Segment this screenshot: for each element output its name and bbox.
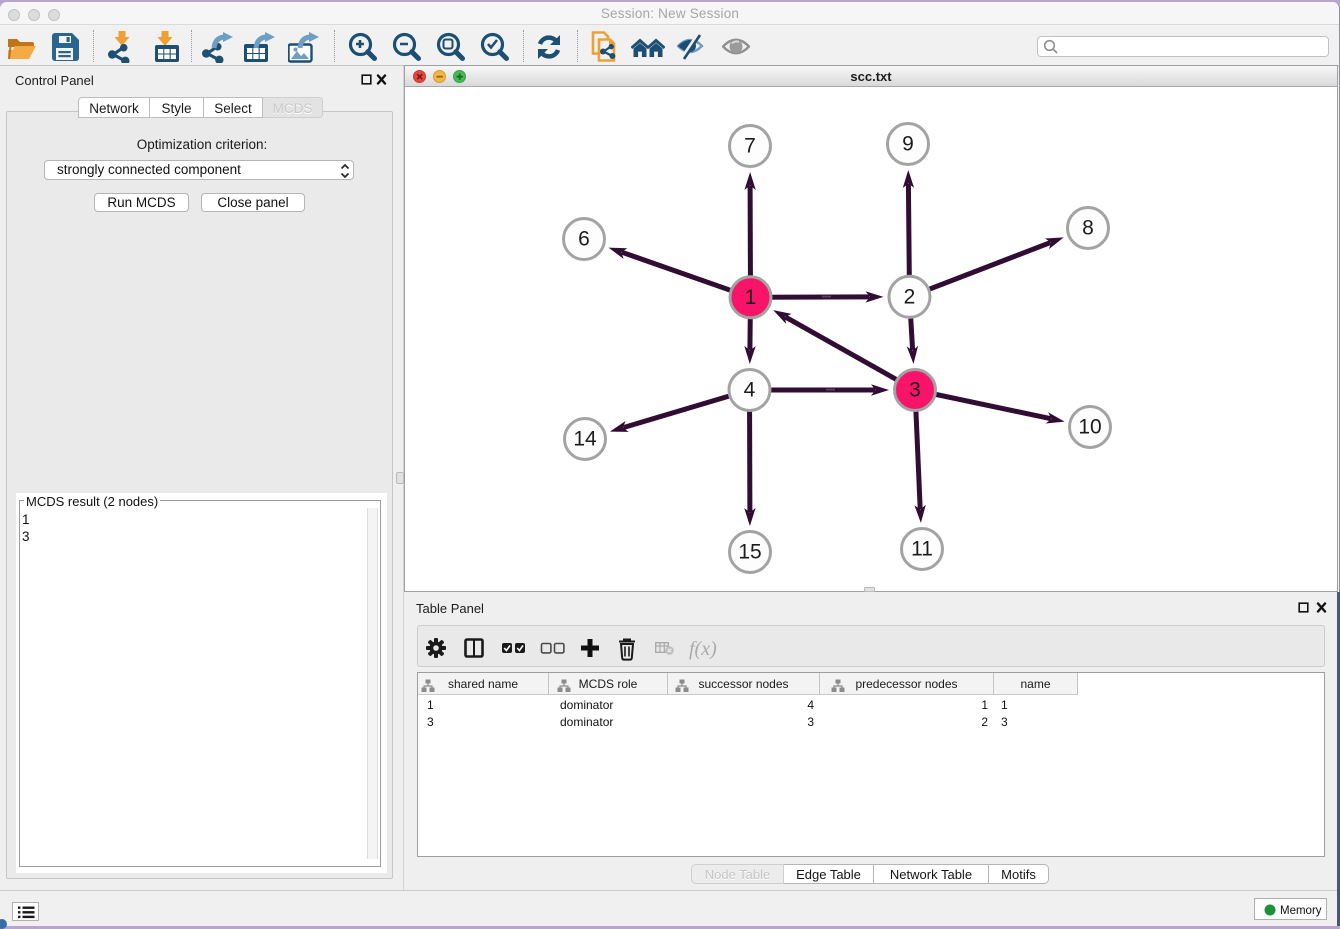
svg-text:1: 1 — [745, 286, 757, 309]
svg-text:f(x): f(x) — [689, 638, 717, 660]
svg-text:14: 14 — [573, 428, 597, 451]
svg-text:11: 11 — [911, 538, 933, 561]
svg-text:2: 2 — [904, 285, 916, 308]
svg-text:6: 6 — [578, 228, 590, 251]
svg-text:4: 4 — [744, 379, 756, 402]
svg-text:10: 10 — [1078, 416, 1101, 439]
svg-text:8: 8 — [1082, 217, 1094, 240]
svg-text:3: 3 — [909, 379, 921, 402]
svg-text:9: 9 — [902, 133, 914, 156]
svg-text:15: 15 — [738, 541, 761, 564]
svg-text:7: 7 — [744, 135, 756, 158]
